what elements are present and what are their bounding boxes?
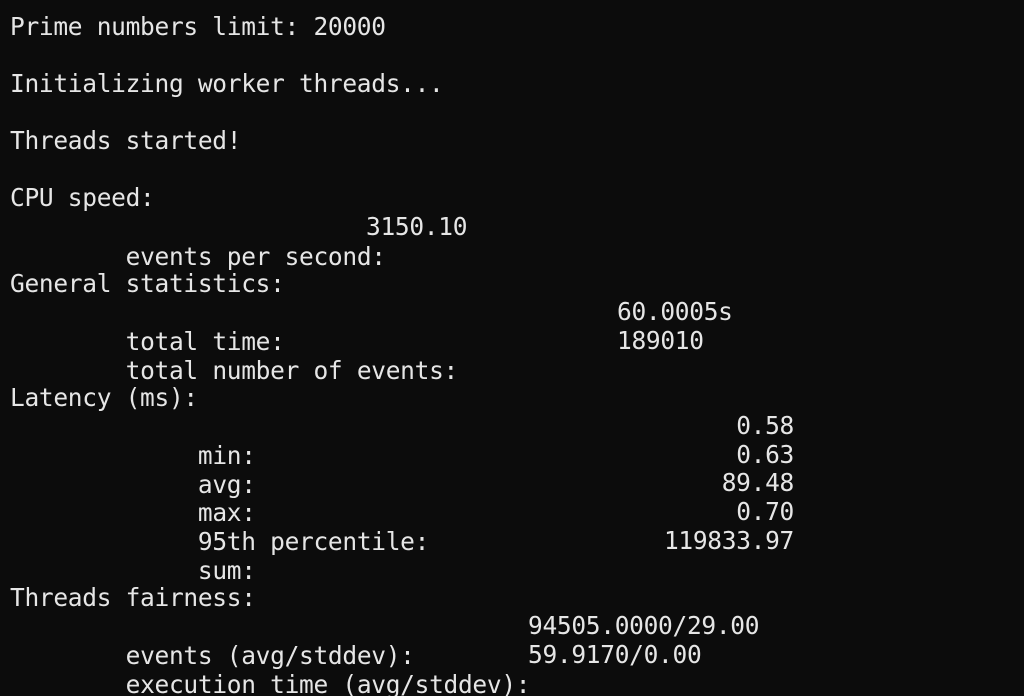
cpu-speed-header: CPU speed: [10,183,155,212]
fairness-exec-label: execution time (avg/stddev): [67,670,531,696]
latency-sum-row: sum: 119833.97 [10,526,794,585]
eps-value: 3150.10 [366,212,468,241]
terminal-window[interactable]: Prime numbers limit: 20000 Initializing … [0,0,1024,696]
total-time-value: 60.0005s [617,297,733,326]
fairness-exec-row: execution time (avg/stddev): 59.9170/0.0… [10,640,702,696]
threads-started-line: Threads started! [10,126,242,155]
fairness-exec-value: 59.9170/0.00 [528,640,702,669]
latency-p95-row: 95th percentile: 0.70 [10,497,794,556]
init-line: Initializing worker threads... [10,69,444,98]
latency-min-row: min: 0.58 [10,411,794,470]
eps-row: events per second: 3150.10 [10,212,468,271]
latency-p95-value: 0.70 [736,497,794,526]
latency-min-value: 0.58 [736,411,794,440]
fairness-events-value: 94505.0000/29.00 [528,611,760,640]
total-events-row: total number of events: 189010 [10,326,704,385]
latency-max-value: 89.48 [721,468,795,497]
latency-avg-value: 0.63 [736,440,794,469]
prime-limit-line: Prime numbers limit: 20000 [10,12,386,41]
general-stats-header: General statistics: [10,269,285,298]
total-events-label: total number of events: [67,356,459,385]
total-events-value: 189010 [617,326,704,355]
total-time-row: total time: 60.0005s [10,297,733,356]
latency-avg-row: avg: 0.63 [10,440,794,499]
latency-max-row: max: 89.48 [10,468,794,527]
eps-label: events per second: [67,242,386,271]
fairness-header: Threads fairness: [10,583,256,612]
latency-sum-value: 119833.97 [663,526,794,555]
latency-header: Latency (ms): [10,383,198,412]
fairness-events-row: events (avg/stddev): 94505.0000/29.00 [10,611,760,670]
latency-sum-label: sum: [67,556,256,585]
